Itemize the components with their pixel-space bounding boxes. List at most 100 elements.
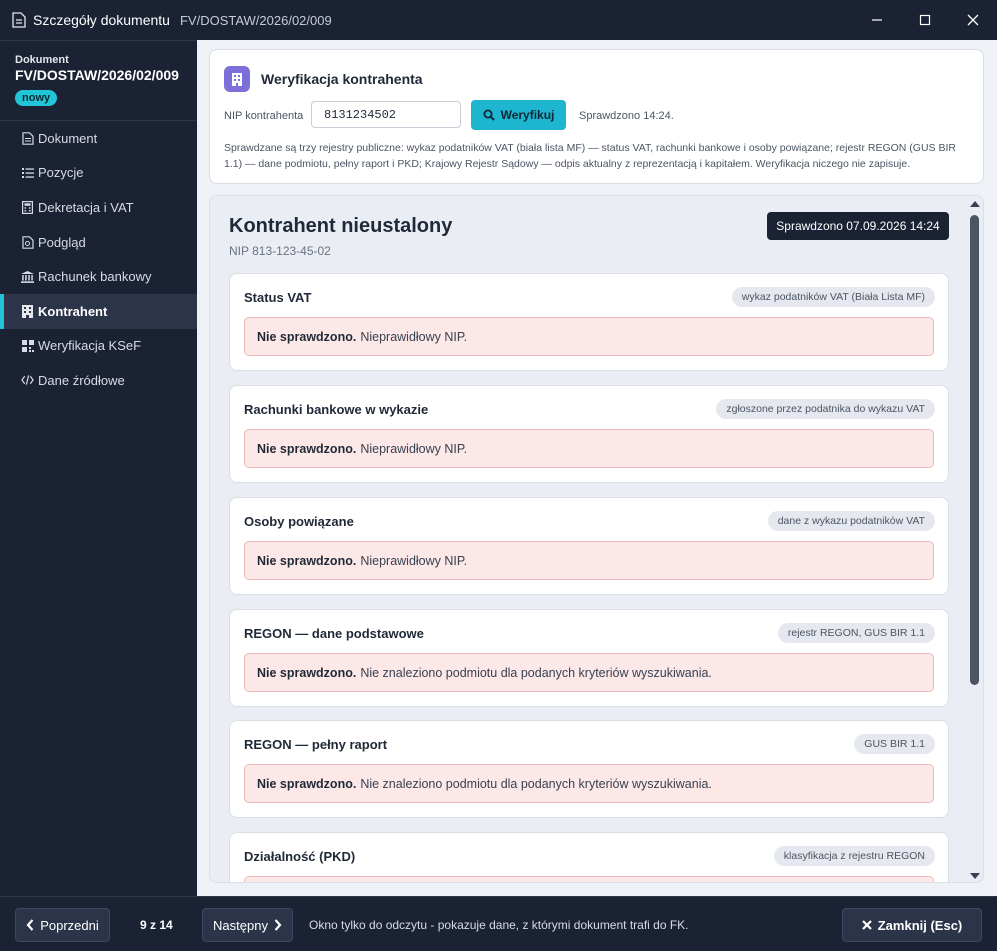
check-title: REGON — pełny raport (244, 737, 388, 752)
calculator-icon (21, 200, 34, 214)
sidebar-nav: Dokument Pozycje Dekretacja i VAT Podglą… (0, 121, 197, 398)
check-card-regon-basic: REGON — dane podstawowe rejestr REGON, G… (229, 609, 949, 707)
maximize-icon (919, 14, 931, 26)
sidebar-item-label: Rachunek bankowy (38, 269, 152, 285)
check-title: Status VAT (244, 290, 312, 305)
title-bar: Szczegóły dokumentu FV/DOSTAW/2026/02/00… (0, 0, 997, 40)
check-title: REGON — dane podstawowe (244, 626, 424, 641)
verify-button-label: Weryfikuj (500, 108, 555, 122)
sidebar-item-dane-zrodlowe[interactable]: Dane źródłowe (0, 363, 197, 398)
bank-icon (21, 270, 34, 283)
result-heading: Kontrahent nieustalony (229, 215, 453, 237)
check-source-badge: dane z wykazu podatników VAT (767, 511, 935, 531)
sidebar-item-label: Dokument (38, 130, 98, 146)
sidebar-doc-label: Dokument (15, 54, 69, 66)
chevron-right-icon (274, 919, 282, 931)
verify-panel: Weryfikacja kontrahenta NIP kontrahenta … (209, 49, 984, 184)
close-dialog-button[interactable]: Zamknij (Esc) (842, 908, 982, 942)
sidebar-item-label: Dane źródłowe (38, 372, 125, 388)
check-title: Rachunki bankowe w wykazie (244, 402, 429, 417)
status-badge: nowy (15, 90, 58, 106)
sidebar-item-label: Kontrahent (38, 303, 108, 319)
check-message: Nieprawidłowy NIP. (360, 441, 468, 456)
file-preview-icon (21, 235, 34, 249)
check-title: Działalność (PKD) (244, 849, 356, 864)
check-message: Nie znaleziono podmiotu dla podanych kry… (360, 776, 712, 791)
building-icon (224, 66, 250, 92)
sidebar-item-label: Podgląd (38, 234, 86, 250)
main-content: Weryfikacja kontrahenta NIP kontrahenta … (197, 40, 997, 896)
list-icon (21, 166, 34, 179)
nip-input[interactable] (311, 101, 461, 128)
check-source-badge: klasyfikacja z rejestru REGON (773, 846, 935, 866)
verify-title: Weryfikacja kontrahenta (261, 71, 423, 87)
check-card-related-persons: Osoby powiązane dane z wykazu podatników… (229, 497, 949, 595)
result-checked-stamp: Sprawdzono 07.09.2026 14:24 (767, 212, 949, 240)
sidebar-item-kontrahent[interactable]: Kontrahent (0, 293, 197, 329)
check-status: Nie sprawdzono. (257, 553, 357, 568)
window-controls (853, 0, 997, 40)
close-icon (967, 14, 979, 26)
check-card-pkd: Działalność (PKD) klasyfikacja z rejestr… (229, 832, 949, 882)
window-title: Szczegóły dokumentu (33, 12, 170, 28)
search-icon (483, 109, 495, 121)
results-scrollbar[interactable] (966, 196, 983, 882)
pager-indicator: 9 z 14 (140, 918, 173, 932)
check-card-regon-full: REGON — pełny raport GUS BIR 1.1 Nie spr… (229, 720, 949, 818)
sidebar-header: Dokument FV/DOSTAW/2026/02/009 nowy (0, 41, 197, 121)
check-title: Osoby powiązane (244, 514, 354, 529)
check-card-status-vat: Status VAT wykaz podatników VAT (Biała L… (229, 273, 949, 371)
check-alert: Nie sprawdzono. Nieprawidłowy NIP. (244, 317, 934, 356)
document-icon (21, 131, 34, 145)
document-icon (12, 12, 26, 28)
check-message: Nieprawidłowy NIP. (360, 329, 468, 344)
sidebar-item-label: Weryfikacja KSeF (38, 338, 142, 354)
qrcode-icon (21, 339, 34, 352)
nip-label: NIP kontrahenta (224, 110, 304, 122)
check-alert: Nie sprawdzono. Nie znaleziono podmiotu d… (244, 764, 934, 803)
sidebar: Dokument FV/DOSTAW/2026/02/009 nowy Doku… (0, 40, 197, 896)
results-scroll-area: Kontrahent nieustalony NIP 813-123-45-02… (210, 196, 968, 882)
code-icon (21, 374, 34, 387)
result-nip: NIP 813-123-45-02 (229, 244, 331, 258)
check-source-badge: wykaz podatników VAT (Biała Lista MF) (731, 287, 935, 307)
close-icon (861, 920, 872, 930)
check-alert: Nie sprawdzono. Nieprawidłowy NIP. (244, 429, 934, 468)
sidebar-item-rachunek[interactable]: Rachunek bankowy (0, 259, 197, 294)
maximize-button[interactable] (901, 0, 949, 40)
scrollbar-thumb[interactable] (970, 215, 979, 685)
results-panel: Kontrahent nieustalony NIP 813-123-45-02… (209, 195, 984, 883)
sidebar-item-label: Pozycje (38, 165, 84, 181)
verify-header: Weryfikacja kontrahenta (224, 66, 423, 92)
sidebar-item-dokument[interactable]: Dokument (0, 121, 197, 156)
close-window-button[interactable] (949, 0, 997, 40)
check-status: Nie sprawdzono. (257, 329, 357, 344)
check-status: Nie sprawdzono. (257, 776, 357, 791)
sidebar-doc-number: FV/DOSTAW/2026/02/009 (15, 67, 179, 83)
close-dialog-label: Zamknij (Esc) (877, 917, 963, 933)
readonly-note: Okno tylko do odczytu - pokazuje dane, z… (309, 918, 689, 932)
check-status: Nie sprawdzono. (257, 665, 357, 680)
chevron-left-icon (26, 919, 34, 931)
check-source-badge: GUS BIR 1.1 (854, 734, 935, 754)
check-alert: Nie sprawdzono. Nie znaleziono podmiotu d… (244, 653, 934, 692)
previous-button[interactable]: Poprzedni (15, 908, 110, 942)
scroll-down-icon[interactable] (970, 873, 980, 879)
verify-button[interactable]: Weryfikuj (471, 100, 566, 130)
verify-description: Sprawdzane są trzy rejestry publiczne: w… (224, 142, 956, 170)
next-button[interactable]: Następny (202, 908, 293, 942)
previous-button-label: Poprzedni (40, 917, 99, 933)
minimize-button[interactable] (853, 0, 901, 40)
sidebar-item-pozycje[interactable]: Pozycje (0, 156, 197, 191)
scroll-up-icon[interactable] (970, 201, 980, 207)
sidebar-item-dekretacja[interactable]: Dekretacja i VAT (0, 190, 197, 225)
sidebar-item-ksef[interactable]: Weryfikacja KSeF (0, 329, 197, 364)
verify-checked-time: Sprawdzono 14:24. (579, 110, 674, 122)
check-alert: Nie sprawdzono. Nieprawidłowy NIP. (244, 541, 934, 580)
check-source-badge: zgłoszone przez podatnika do wykazu VAT (716, 399, 935, 419)
sidebar-item-label: Dekretacja i VAT (38, 199, 134, 215)
building-icon (21, 304, 34, 318)
check-card-bank-accounts: Rachunki bankowe w wykazie zgłoszone prz… (229, 385, 949, 483)
sidebar-item-podglad[interactable]: Podgląd (0, 225, 197, 260)
check-status: Nie sprawdzono. (257, 441, 357, 456)
